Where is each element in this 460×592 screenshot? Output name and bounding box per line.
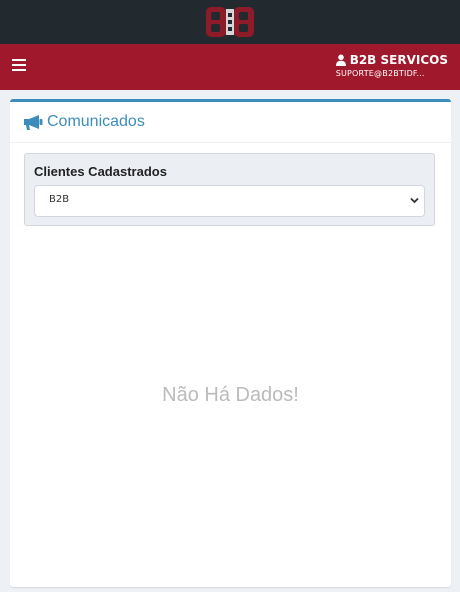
hamburger-icon[interactable]: [12, 59, 26, 75]
client-select-value: B2B: [49, 194, 70, 205]
user-menu[interactable]: B2B SERVICOS SUPORTE@B2BTIDF...: [335, 52, 448, 80]
megaphone-icon: [24, 114, 43, 130]
page-title: Comunicados: [47, 113, 145, 130]
chevron-down-icon: [410, 197, 419, 204]
top-header: [0, 0, 460, 44]
navbar: B2B SERVICOS SUPORTE@B2BTIDF...: [0, 44, 460, 90]
user-name: B2B SERVICOS: [349, 53, 448, 67]
communications-card: Comunicados Clientes Cadastrados B2B Não…: [10, 99, 451, 587]
client-filter-panel: Clientes Cadastrados B2B: [24, 153, 435, 226]
card-header: Comunicados: [10, 102, 451, 143]
user-icon: [335, 54, 346, 66]
user-email: SUPORTE@B2BTIDF...: [335, 69, 425, 78]
empty-state-message: Não Há Dados!: [162, 384, 299, 406]
client-select[interactable]: B2B: [34, 185, 425, 217]
logo: [206, 7, 254, 37]
client-filter-label: Clientes Cadastrados: [34, 164, 167, 179]
